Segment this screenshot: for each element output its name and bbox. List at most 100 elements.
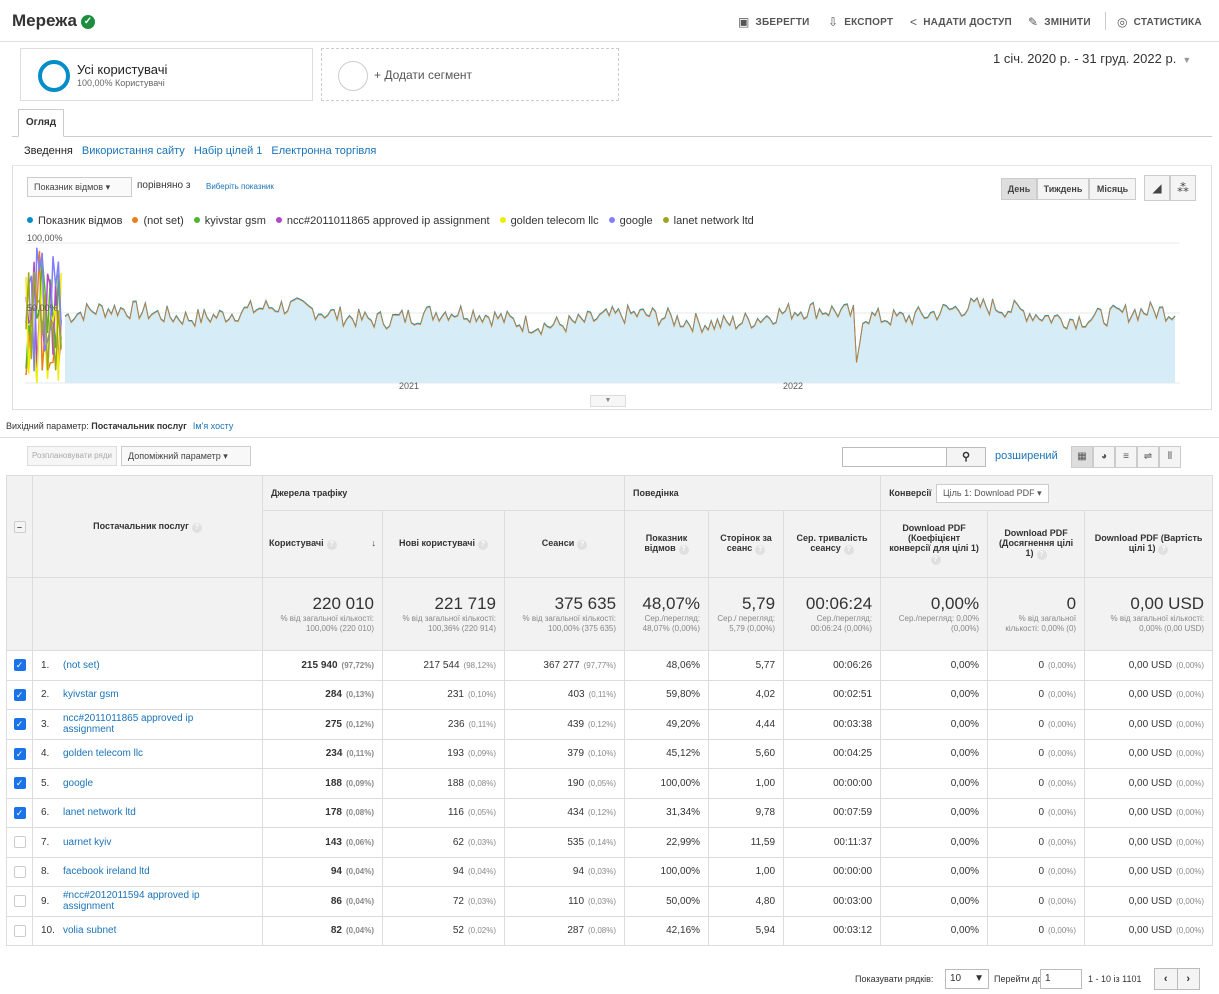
chart-expand-handle[interactable]: ▼ [590,395,626,407]
legend-dot-icon [608,217,615,223]
bounce-cell: 59,80% [624,679,710,710]
column-header-label: Користувачі [269,538,324,548]
plot-rows-button[interactable]: Розплановувати ряди [27,446,117,466]
advanced-filter-link[interactable]: розширений [995,450,1058,462]
pager: ‹ › [1154,968,1200,990]
goal-pct: (0,00%) [1048,719,1077,729]
goal-value-cell: 0,00 USD (0,00%) [1084,797,1214,828]
column-header[interactable]: Показник відмов? [624,510,710,578]
chevron-down-icon: ▼ [1182,55,1192,65]
subnav-goal-set[interactable]: Набір цілей 1 [194,145,263,157]
new-users-pct: (0,10%) [467,690,496,700]
row-checkbox[interactable]: ✓ [13,718,26,731]
legend-item[interactable]: Показник відмов [27,215,122,227]
column-header[interactable]: Сторінок за сеанс? [708,510,785,578]
legend-item[interactable]: (not set) [132,215,184,227]
row-checkbox[interactable]: ✓ [13,777,26,790]
goto-input[interactable]: 1 [1040,969,1082,989]
row-link[interactable]: facebook ireland ltd [63,866,150,877]
row-link[interactable]: #ncc#2012011594 approved ip assignment [63,890,213,912]
dim-header[interactable]: Постачальник послуг? [32,475,263,578]
row-checkbox[interactable] [13,895,26,908]
table-row: ✓ 1. (not set) 215 940 (97,72%) 217 544 (98,12… [6,650,1214,681]
insights-button[interactable]: ◎ СТАТИСТИКА [1117,15,1202,29]
row-checkbox[interactable]: ✓ [13,659,26,672]
pages-value: 4,80 [755,895,776,907]
row-checkbox[interactable] [13,836,26,849]
row-checkbox[interactable]: ✓ [13,806,26,819]
motion-chart-icon[interactable]: ⁂ [1170,175,1196,201]
export-button[interactable]: ⇩ ЕКСПОРТ [828,15,893,29]
sessions-cell: 94 (0,03%) [503,856,626,887]
new-users-value: 188 [447,777,464,789]
share-button[interactable]: < НАДАТИ ДОСТУП [910,15,1012,29]
column-header[interactable]: Користувачі? ↓ [262,510,383,578]
column-header[interactable]: Нові користувачі? [382,510,505,578]
prev-page-icon[interactable]: ‹ [1155,969,1177,989]
compare-metric-link[interactable]: Виберіть показник [206,182,274,191]
subnav-ecommerce[interactable]: Електронна торгівля [271,145,376,157]
goal-select[interactable]: Ціль 1: Download PDF ▾ [935,483,1049,503]
row-checkbox[interactable] [13,865,26,878]
granularity-week-button[interactable]: Тиждень [1037,178,1089,200]
row-link[interactable]: (not set) [63,660,100,671]
goal-cell: 0 (0,00%) [987,650,1086,681]
conversion-value: 0,00% [950,689,980,701]
metric-select[interactable]: Показник відмов ▾ [27,177,132,197]
row-index: 3. [41,718,50,730]
row-link[interactable]: golden telecom llc [63,748,143,759]
row-link[interactable]: google [63,778,93,789]
next-page-icon[interactable]: › [1176,969,1200,989]
comparison-view-icon[interactable]: ⇌ [1137,446,1159,468]
table-view-icon[interactable]: ▦ [1071,446,1093,468]
row-index: 10. [41,925,55,937]
total-value: 0,00% [930,594,980,613]
line-chart-icon[interactable]: ◢ [1144,175,1170,201]
save-button[interactable]: ▣ ЗБЕРЕГТИ [738,15,810,29]
column-header[interactable]: Сеанси? [503,510,626,578]
granularity-month-button[interactable]: Місяць [1089,178,1136,200]
goal-pct: (0,00%) [1048,837,1077,847]
pie-view-icon[interactable]: ◕ [1093,446,1115,468]
legend-item[interactable]: lanet network ltd [662,215,754,227]
row-checkbox[interactable]: ✓ [13,747,26,760]
pivot-view-icon[interactable]: ⦀ [1159,446,1181,468]
sessions-pct: (0,03%) [588,896,617,906]
row-link[interactable]: uarnet kyiv [63,837,111,848]
column-header[interactable]: Download PDF (Досягнення цілі 1)? [987,510,1086,578]
row-link[interactable]: lanet network ltd [63,807,136,818]
search-icon[interactable]: ⚲ [946,447,986,467]
performance-view-icon[interactable]: ≡ [1115,446,1137,468]
tab-overview[interactable]: Огляд [18,109,64,137]
name-cell: 5. google [32,768,263,799]
secondary-dimension-select[interactable]: Допоміжний параметр ▾ [121,446,251,466]
row-link[interactable]: ncc#2011011865 approved ip assignment [63,713,213,735]
subnav-summary[interactable]: Зведення [24,145,73,157]
legend-item[interactable]: ncc#2011011865 approved ip assignment [275,215,490,227]
conversion-cell: 0,00% [880,709,989,740]
legend-item[interactable]: google [608,215,653,227]
granularity-day-button[interactable]: День [1001,178,1037,200]
dimension-hostname-link[interactable]: Ім'я хосту [193,421,233,431]
legend-item[interactable]: golden telecom llc [499,215,599,227]
edit-button[interactable]: ✎ ЗМІНИТИ [1028,15,1091,29]
add-segment-button[interactable]: + Додати сегмент [321,48,619,101]
bounce-cell: 48,06% [624,650,710,681]
column-header[interactable]: Download PDF (Коефіцієнт конверсії для ц… [880,510,989,578]
legend-item[interactable]: kyivstar gsm [193,215,266,227]
row-link[interactable]: volia subnet [63,925,116,936]
segment-all-users[interactable]: Усі користувачі 100,00% Користувачі [20,48,313,101]
row-checkbox[interactable]: ✓ [13,688,26,701]
subnav-site-usage[interactable]: Використання сайту [82,145,185,157]
rows-per-page-select[interactable]: 10 ▼ [945,969,989,989]
table-search-input[interactable] [842,447,947,467]
users-cell: 178 (0,08%) [262,797,383,828]
conversion-value: 0,00% [950,866,980,878]
table-row: ✓ 2. kyivstar gsm 284 (0,13%) 231 (0,10%) 403 (0… [6,679,1214,710]
date-range-picker[interactable]: 1 січ. 2020 р. - 31 груд. 2022 р. ▼ [993,51,1191,66]
column-header[interactable]: Сер. тривалість сеансу? [783,510,882,578]
row-link[interactable]: kyivstar gsm [63,689,119,700]
column-header[interactable]: Download PDF (Вартість цілі 1)? [1084,510,1214,578]
row-checkbox[interactable] [13,924,26,937]
select-all-checkbox[interactable]: – [13,520,26,533]
